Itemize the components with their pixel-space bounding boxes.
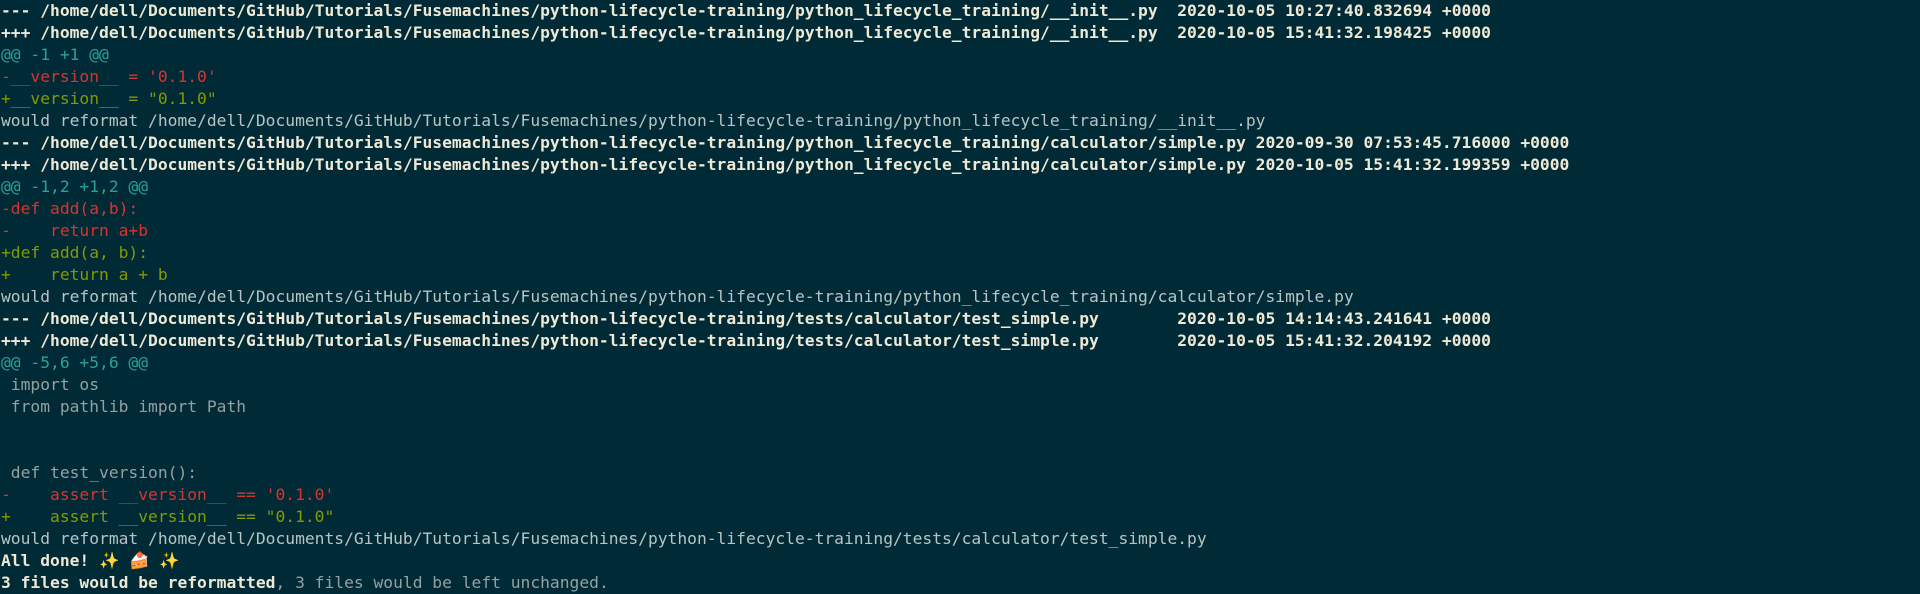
context-line: def test_version(): [1,463,198,482]
diff-header-old: --- /home/dell/Documents/GitHub/Tutorial… [1,1,1491,20]
removed-line: -__version__ = '0.1.0' [1,67,217,86]
diff-header-new: +++ /home/dell/Documents/GitHub/Tutorial… [1,331,1491,350]
hunk-header: @@ -5,6 +5,6 @@ [1,353,149,372]
added-line: +def add(a, b): [1,243,149,262]
diff-header-old: --- /home/dell/Documents/GitHub/Tutorial… [1,309,1491,328]
added-line: + return a + b [1,265,168,284]
diff-header-old: --- /home/dell/Documents/GitHub/Tutorial… [1,133,1570,152]
cake-icon: 🍰 [129,551,150,570]
all-done-text: All done! [1,551,100,570]
context-line: import os [1,375,100,394]
sparkles-icon: ✨ [159,551,180,570]
summary-line: 3 files would be reformatted, 3 files wo… [1,572,1920,594]
would-reformat-message: would reformat /home/dell/Documents/GitH… [1,287,1354,306]
sparkles-icon: ✨ [99,551,120,570]
diff-header-new: +++ /home/dell/Documents/GitHub/Tutorial… [1,23,1491,42]
added-line: + assert __version__ == "0.1.0" [1,507,335,526]
all-done-line: All done! ✨ 🍰 ✨ [1,550,1920,572]
terminal-output[interactable]: --- /home/dell/Documents/GitHub/Tutorial… [0,0,1920,594]
removed-line: -def add(a,b): [1,199,139,218]
diff-header-new: +++ /home/dell/Documents/GitHub/Tutorial… [1,155,1570,174]
context-line [1,418,1920,440]
summary-unchanged-count: , 3 files would be left unchanged. [275,573,609,592]
removed-line: - return a+b [1,221,149,240]
summary-reformatted-count: 3 files would be reformatted [1,573,276,592]
context-line [1,440,1920,462]
hunk-header: @@ -1,2 +1,2 @@ [1,177,149,196]
would-reformat-message: would reformat /home/dell/Documents/GitH… [1,111,1266,130]
would-reformat-message: would reformat /home/dell/Documents/GitH… [1,529,1207,548]
context-line: from pathlib import Path [1,397,247,416]
removed-line: - assert __version__ == '0.1.0' [1,485,335,504]
hunk-header: @@ -1 +1 @@ [1,45,109,64]
added-line: +__version__ = "0.1.0" [1,89,217,108]
